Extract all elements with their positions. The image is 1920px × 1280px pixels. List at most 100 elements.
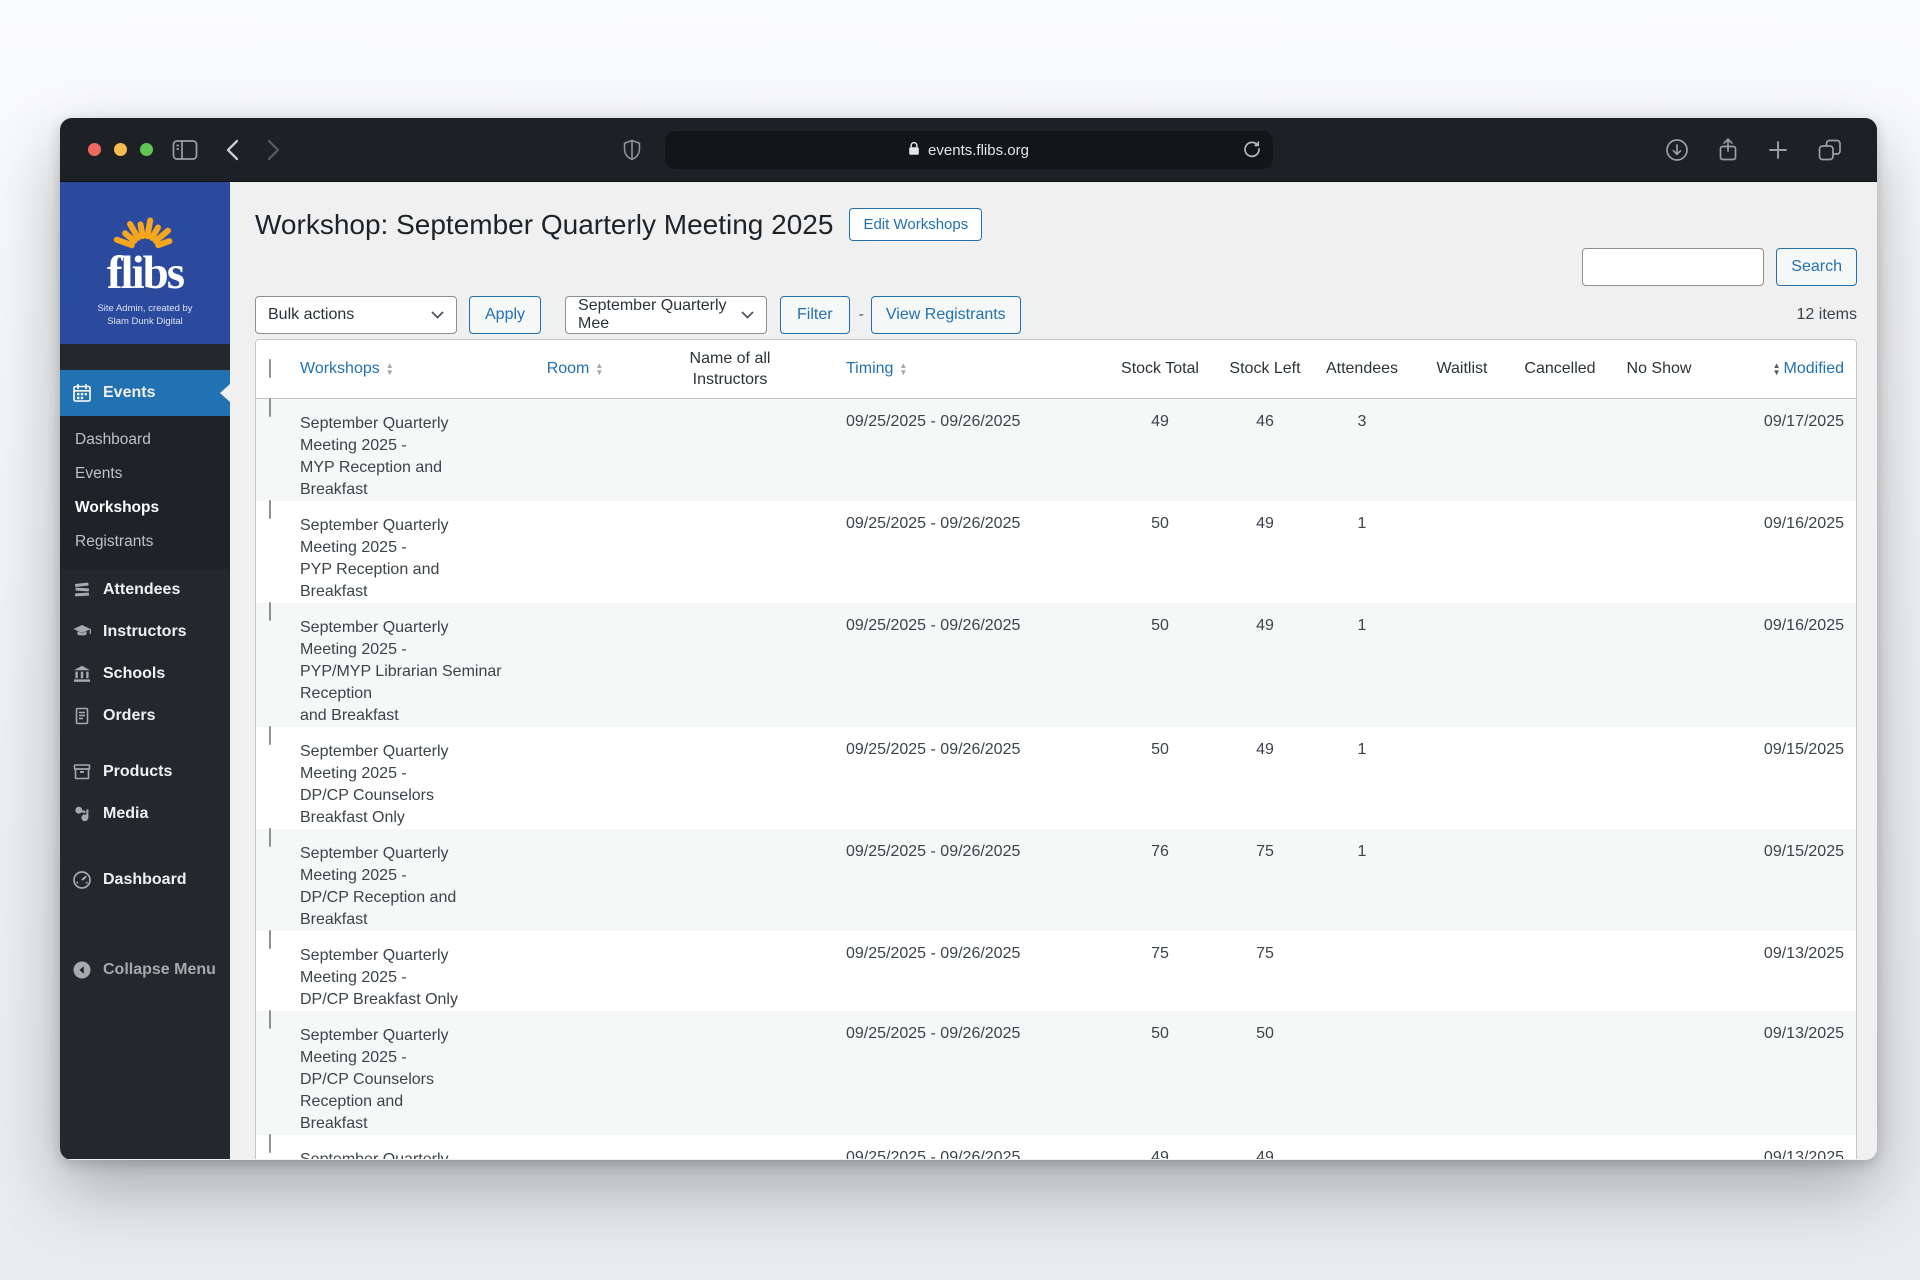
chevron-down-icon (741, 311, 754, 319)
stock-left-cell: 50 (1256, 1025, 1274, 1042)
close-window-button[interactable] (88, 143, 101, 156)
column-header-instructors: Name of all Instructors (689, 350, 771, 388)
submenu-item-registrants[interactable]: Registrants (60, 525, 230, 559)
workshop-name[interactable]: September Quarterly Meeting 2025 -MYP Br… (300, 1135, 520, 1159)
attendees-link[interactable]: 1 (1358, 501, 1367, 533)
stock-total-cell: 50 (1151, 617, 1169, 634)
column-header-cancelled: Cancelled (1524, 360, 1596, 377)
edit-workshops-button[interactable]: Edit Workshops (849, 208, 983, 241)
stock-total-cell: 76 (1151, 843, 1169, 860)
modified-cell: 09/13/2025 (1763, 1149, 1844, 1159)
stock-left-cell: 75 (1256, 945, 1274, 962)
lock-icon (908, 141, 920, 160)
row-checkbox[interactable] (269, 930, 271, 949)
sidebar-item-products[interactable]: Products (60, 751, 230, 793)
timing-cell: 09/25/2025 - 09/26/2025 (846, 515, 1021, 532)
workshop-name[interactable]: September Quarterly Meeting 2025 - DP/CP … (300, 727, 520, 829)
row-checkbox[interactable] (269, 1134, 271, 1153)
tab-overview-icon[interactable] (1817, 138, 1843, 162)
address-bar[interactable]: events.flibs.org (623, 131, 1273, 169)
sort-arrows-icon: ▲ ▼ (385, 360, 394, 377)
workshop-name[interactable]: September Quarterly Meeting 2025 - PYP Re… (300, 501, 520, 603)
workshop-name[interactable]: September Quarterly Meeting 2025 - DP/CP … (300, 829, 520, 931)
books-icon (72, 580, 92, 600)
table-row: September Quarterly Meeting 2025 - DP/CP … (256, 930, 1856, 1011)
modified-cell: 09/15/2025 (1763, 741, 1844, 758)
attendees-link[interactable]: 1 (1358, 727, 1367, 759)
forward-button[interactable] (267, 139, 280, 161)
row-checkbox[interactable] (269, 500, 271, 519)
current-menu-arrow (220, 384, 230, 402)
stock-left-cell: 75 (1256, 843, 1274, 860)
stock-left-cell: 49 (1256, 741, 1274, 758)
sidebar-item-orders[interactable]: Orders (60, 695, 230, 737)
stock-total-cell: 50 (1151, 515, 1169, 532)
modified-cell: 09/15/2025 (1763, 843, 1844, 860)
modified-cell: 09/16/2025 (1763, 515, 1844, 532)
new-tab-icon[interactable] (1767, 139, 1789, 161)
attendees-link[interactable]: 1 (1358, 829, 1367, 861)
search-input[interactable] (1582, 248, 1765, 286)
row-checkbox[interactable] (269, 1010, 271, 1029)
sidebar-item-dashboard[interactable]: Dashboard (60, 859, 230, 901)
column-header-room[interactable]: Room ▲ ▼ (547, 360, 604, 378)
apply-button[interactable]: Apply (469, 296, 542, 334)
row-checkbox[interactable] (269, 398, 271, 417)
sidebar-item-schools[interactable]: Schools (60, 653, 230, 695)
workshop-name[interactable]: September Quarterly Meeting 2025 - MYP Re… (300, 399, 520, 501)
view-registrants-button[interactable]: View Registrants (870, 296, 1021, 334)
sidebar-item-media[interactable]: Media (60, 793, 230, 835)
back-button[interactable] (226, 139, 239, 161)
collapse-menu-button[interactable]: Collapse Menu (60, 949, 230, 991)
column-header-timing[interactable]: Timing ▲ ▼ (830, 360, 1100, 378)
timing-cell: 09/25/2025 - 09/26/2025 (846, 945, 1021, 962)
privacy-shield-icon[interactable] (623, 139, 641, 165)
downloads-icon[interactable] (1665, 138, 1689, 162)
workshop-name[interactable]: September Quarterly Meeting 2025 - DP/CP … (300, 1011, 520, 1135)
workshops-table: Workshops ▲ ▼ Room ▲ ▼ Name of all Instructo… (255, 339, 1857, 1159)
graduation-cap-icon (72, 622, 92, 642)
media-icon (72, 804, 92, 824)
column-header-workshops[interactable]: Workshops ▲ ▼ (300, 360, 520, 378)
sidebar-toggle-icon[interactable] (172, 139, 198, 161)
row-checkbox[interactable] (269, 602, 271, 621)
share-icon[interactable] (1717, 137, 1739, 163)
reload-icon[interactable] (1243, 139, 1261, 163)
submenu-item-events[interactable]: Events (60, 457, 230, 491)
table-row: September Quarterly Meeting 2025 - MYP Re… (256, 398, 1856, 501)
attendees-link[interactable]: 3 (1358, 399, 1367, 431)
chevron-down-icon (431, 311, 444, 319)
column-header-no-show: No Show (1626, 360, 1692, 377)
main-content: Workshop: September Quarterly Meeting 20… (230, 182, 1877, 1159)
timing-cell: 09/25/2025 - 09/26/2025 (846, 1025, 1021, 1042)
column-header-waitlist: Waitlist (1436, 360, 1488, 377)
filter-button[interactable]: Filter (780, 296, 850, 334)
zoom-window-button[interactable] (140, 143, 153, 156)
sidebar-item-instructors[interactable]: Instructors (60, 611, 230, 653)
submenu-item-workshops[interactable]: Workshops (60, 491, 230, 525)
brand-tagline: Site Admin, created by Slam Dunk Digital (97, 303, 193, 327)
admin-sidebar: flibs Site Admin, created by Slam Dunk D… (60, 182, 230, 1159)
submenu-item-dashboard[interactable]: Dashboard (60, 423, 230, 457)
select-all-checkbox[interactable] (269, 359, 271, 378)
table-row: September Quarterly Meeting 2025 -MYP Br… (256, 1134, 1856, 1159)
column-header-modified[interactable]: ▲ ▼ Modified (1773, 360, 1856, 378)
workshop-name[interactable]: September Quarterly Meeting 2025 - PYP/MY… (300, 603, 520, 727)
workshop-name[interactable]: September Quarterly Meeting 2025 - DP/CP … (300, 931, 520, 1011)
sidebar-item-events[interactable]: Events (60, 370, 230, 416)
bulk-actions-select[interactable]: Bulk actions (255, 296, 457, 334)
modified-cell: 09/13/2025 (1763, 945, 1844, 962)
sidebar-item-attendees[interactable]: Attendees (60, 569, 230, 611)
modified-cell: 09/13/2025 (1763, 1025, 1844, 1042)
collapse-arrow-icon (72, 960, 92, 980)
event-filter-select[interactable]: September Quarterly Mee (565, 296, 768, 334)
search-button[interactable]: Search (1776, 248, 1857, 286)
row-checkbox[interactable] (269, 726, 271, 745)
attendees-link[interactable]: 1 (1358, 603, 1367, 635)
minimize-window-button[interactable] (114, 143, 127, 156)
separator-dash: - (858, 306, 864, 323)
stock-total-cell: 75 (1151, 945, 1169, 962)
row-checkbox[interactable] (269, 828, 271, 847)
bank-icon (72, 664, 92, 684)
url-text: events.flibs.org (928, 141, 1029, 159)
